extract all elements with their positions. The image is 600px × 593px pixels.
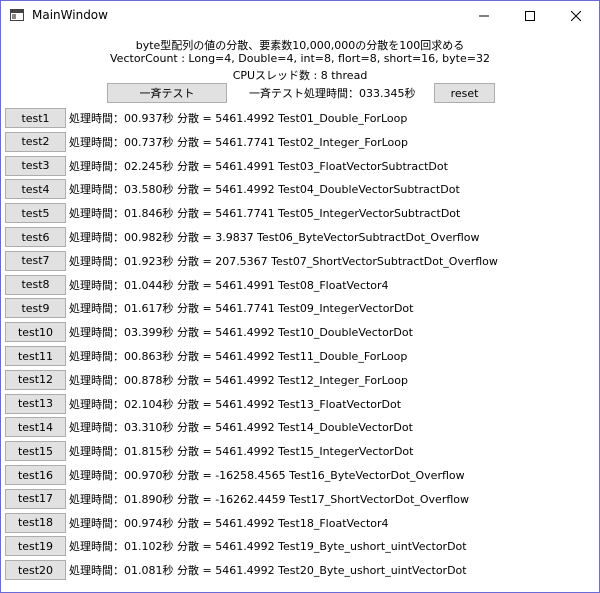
test-result-text: 処理時間：01.846秒 分散 = 5461.7741 Test05_Integ… [69,207,461,221]
maximize-button[interactable] [507,1,553,31]
window-title: MainWindow [32,8,108,22]
test-button-8[interactable]: test8 [5,274,66,295]
test-result-text: 処理時間：00.737秒 分散 = 5461.7741 Test02_Integ… [69,135,408,149]
test-button-3[interactable]: test3 [5,155,66,176]
test-row: test12 処理時間：00.878秒 分散 = 5461.4992 Test12… [5,369,595,390]
test-button-19[interactable]: test19 [5,536,66,557]
test-button-5[interactable]: test5 [5,203,66,224]
test-result-text: 処理時間：00.974秒 分散 = 5461.4992 Test18_Float… [69,516,389,530]
test-button-14[interactable]: test14 [5,417,66,438]
test-result-text: 処理時間：01.102秒 分散 = 5461.4992 Test19_Byte_… [69,540,467,554]
test-result-text: 処理時間：00.970秒 分散 = -16258.4565 Test16_Byt… [69,469,465,482]
title-bar[interactable]: MainWindow [1,1,599,31]
test-result-text: 処理時間：00.863秒 分散 = 5461.4992 Test11_Doubl… [69,350,408,363]
test-result-text: 処理時間：01.815秒 分散 = 5461.4992 Test15_Integ… [69,445,414,459]
test-button-20[interactable]: test20 [5,560,66,581]
test-button-9[interactable]: test9 [5,298,66,319]
test-row: test6 処理時間：00.982秒 分散 = 3.9837 Test06_Byt… [5,227,595,247]
test-row: test16 処理時間：00.970秒 分散 = -16258.4565 Test… [5,465,595,485]
app-window-icon [10,9,24,21]
test-row: test5 処理時間：01.846秒 分散 = 5461.7741 Test05_… [5,203,595,224]
test-result-text: 処理時間：01.617秒 分散 = 5461.7741 Test09_Integ… [69,302,414,316]
test-result-text: 処理時間：03.399秒 分散 = 5461.4992 Test10_Doubl… [69,326,413,340]
test-row: test8 処理時間：01.044秒 分散 = 5461.4991 Test08_… [5,274,595,295]
test-button-12[interactable]: test12 [5,369,66,390]
test-button-10[interactable]: test10 [5,322,66,343]
test-row: test10 処理時間：03.399秒 分散 = 5461.4992 Test10… [5,322,595,343]
test-result-text: 処理時間：00.982秒 分散 = 3.9837 Test06_ByteVect… [69,231,480,244]
test-result-text: 処理時間：02.245秒 分散 = 5461.4991 Test03_Float… [69,159,448,173]
test-result-text: 処理時間：03.310秒 分散 = 5461.4992 Test14_Doubl… [69,421,413,435]
minimize-button[interactable] [461,1,507,31]
test-button-7[interactable]: test7 [5,250,66,271]
vector-count-text: VectorCount : Long=4, Double=4, int=8, f… [110,52,490,65]
close-button[interactable] [553,1,599,31]
test-button-16[interactable]: test16 [5,465,66,485]
test-button-17[interactable]: test17 [5,488,66,509]
cpu-thread-text: CPUスレッド数 : 8 thread [232,69,368,82]
test-result-text: 処理時間：03.580秒 分散 = 5461.4992 Test04_Doubl… [69,183,460,197]
main-window: MainWindow byte型配列の値の分散、要素数10,000,000の分散… [0,0,600,593]
test-result-text: 処理時間：00.878秒 分散 = 5461.4992 Test12_Integ… [69,373,408,387]
batch-time-text: 一斉テスト処理時間：033.345秒 [249,87,416,100]
test-button-4[interactable]: test4 [5,179,66,200]
test-row: test3 処理時間：02.245秒 分散 = 5461.4991 Test03_… [5,155,595,176]
test-result-text: 処理時間：02.104秒 分散 = 5461.4992 Test13_Float… [69,397,402,411]
maximize-icon [525,11,535,21]
batch-test-button[interactable]: 一斉テスト [107,83,227,103]
test-row: test20 処理時間：01.081秒 分散 = 5461.4992 Test20… [5,560,595,581]
test-row: test18 処理時間：00.974秒 分散 = 5461.4992 Test18… [5,512,595,533]
test-row: test14 処理時間：03.310秒 分散 = 5461.4992 Test14… [5,417,595,438]
test-row: test2 処理時間：00.737秒 分散 = 5461.7741 Test02_… [5,131,595,152]
test-result-text: 処理時間：00.937秒 分散 = 5461.4992 Test01_Doubl… [69,112,408,125]
test-row: test19 処理時間：01.102秒 分散 = 5461.4992 Test19… [5,536,595,557]
test-button-11[interactable]: test11 [5,346,66,366]
test-button-15[interactable]: test15 [5,441,66,462]
test-button-1[interactable]: test1 [5,108,66,128]
description-text: byte型配列の値の分散、要素数10,000,000の分散を100回求める [135,39,465,52]
close-icon [571,11,581,21]
test-result-text: 処理時間：01.081秒 分散 = 5461.4992 Test20_Byte_… [69,564,467,578]
test-row: test4 処理時間：03.580秒 分散 = 5461.4992 Test04_… [5,179,595,200]
test-row: test17 処理時間：01.890秒 分散 = -16262.4459 Test… [5,488,595,509]
test-result-text: 処理時間：01.044秒 分散 = 5461.4991 Test08_Float… [69,278,389,292]
test-row: test1 処理時間：00.937秒 分散 = 5461.4992 Test01_… [5,108,595,128]
test-button-13[interactable]: test13 [5,393,66,414]
test-row: test9 処理時間：01.617秒 分散 = 5461.7741 Test09_… [5,298,595,319]
test-result-text: 処理時間：01.890秒 分散 = -16262.4459 Test17_Sho… [69,492,470,506]
test-result-text: 処理時間：01.923秒 分散 = 207.5367 Test07_ShortV… [69,254,498,268]
minimize-icon [479,15,489,17]
reset-button[interactable]: reset [434,83,495,103]
test-button-6[interactable]: test6 [5,227,66,247]
test-button-18[interactable]: test18 [5,512,66,533]
test-row: test13 処理時間：02.104秒 分散 = 5461.4992 Test13… [5,393,595,414]
test-row: test7 処理時間：01.923秒 分散 = 207.5367 Test07_S… [5,250,595,271]
test-row: test15 処理時間：01.815秒 分散 = 5461.4992 Test15… [5,441,595,462]
test-button-2[interactable]: test2 [5,131,66,152]
test-row: test11 処理時間：00.863秒 分散 = 5461.4992 Test11… [5,346,595,366]
